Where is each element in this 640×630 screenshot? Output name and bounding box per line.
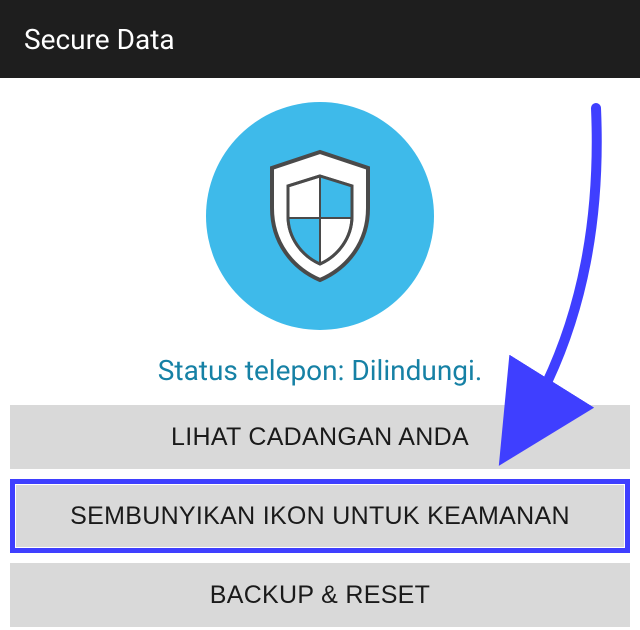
button-stack: LIHAT CADANGAN ANDA SEMBUNYIKAN IKON UNT… bbox=[10, 405, 630, 627]
view-backup-button[interactable]: LIHAT CADANGAN ANDA bbox=[10, 405, 630, 469]
backup-reset-button[interactable]: BACKUP & RESET bbox=[10, 563, 630, 627]
app-header: Secure Data bbox=[0, 0, 640, 78]
main-content: Status telepon: Dilindungi. LIHAT CADANG… bbox=[0, 78, 640, 627]
shield-icon bbox=[260, 146, 380, 286]
app-title: Secure Data bbox=[24, 23, 175, 56]
hide-icon-button[interactable]: SEMBUNYIKAN IKON UNTUK KEAMANAN bbox=[16, 485, 624, 547]
highlight-frame: SEMBUNYIKAN IKON UNTUK KEAMANAN bbox=[10, 479, 630, 553]
shield-badge bbox=[206, 102, 434, 330]
status-text: Status telepon: Dilindungi. bbox=[158, 354, 482, 387]
